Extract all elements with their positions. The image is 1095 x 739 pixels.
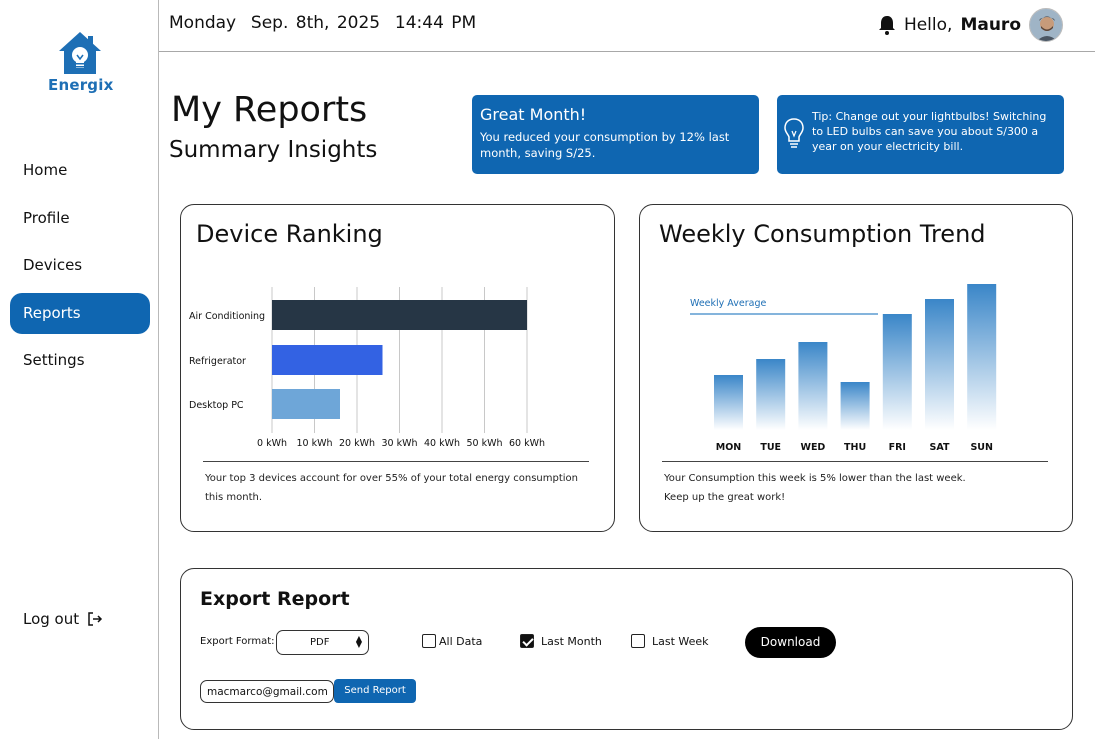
checkbox-last-week-label: Last Week — [652, 634, 709, 648]
bell-icon[interactable] — [878, 15, 896, 35]
x-tick-label: 10 kWh — [296, 438, 332, 449]
sidebar: Energix Home Profile Devices Reports Set… — [0, 0, 159, 739]
device-ranking-chart: 0 kWh 10 kWh 20 kWh 30 kWh 40 kWh 50 kWh 60 kW… — [189, 287, 545, 449]
weekly-trend-divider — [662, 461, 1048, 462]
great-month-banner: Great Month! You reduced your consumptio… — [472, 95, 759, 174]
category-label: Refrigerator — [189, 356, 246, 367]
x-tick-label: 20 kWh — [339, 438, 375, 449]
greeting-prefix: Hello, — [903, 15, 953, 35]
avatar[interactable] — [1029, 8, 1063, 42]
bar — [840, 382, 870, 430]
checkbox-last-month-box[interactable] — [520, 634, 534, 648]
checkbox-all-data-box[interactable] — [422, 634, 436, 648]
send-report-button[interactable]: Send Report — [334, 679, 416, 703]
sidebar-item-settings[interactable]: Settings — [10, 340, 150, 381]
logo[interactable]: Energix — [48, 30, 114, 94]
export-format-label: Export Format: — [200, 636, 275, 647]
great-month-text: You reduced your consumption by 12% last… — [480, 130, 730, 160]
x-tick-label: 0 kWh — [257, 438, 287, 449]
category-label: Desktop PC — [189, 400, 244, 411]
export-format-value: PDF — [310, 637, 330, 648]
export-format-select[interactable]: PDF ▲ ▼ — [276, 630, 369, 655]
page-title: My Reports — [171, 90, 368, 130]
weekly-trend-card: Weekly Consumption Trend MON TUE WED THU FRI… — [639, 204, 1073, 532]
house-bulb-icon — [59, 32, 101, 74]
user-greeting: Hello, Mauro — [878, 8, 1063, 42]
current-datetime: Monday Sep. 8th, 2025 14:44 PM — [169, 13, 477, 33]
bar — [925, 299, 954, 430]
x-tick-label: TUE — [760, 442, 781, 453]
logout-icon — [88, 612, 103, 626]
x-tick-label: SUN — [970, 442, 993, 453]
x-tick-label: FRI — [889, 442, 906, 453]
logout-label: Log out — [23, 610, 80, 628]
weekly-average-label: Weekly Average — [690, 298, 766, 309]
device-ranking-note: Your top 3 devices account for over 55% … — [205, 473, 578, 503]
checkbox-all-data-label: All Data — [439, 634, 483, 648]
checkbox-last-month[interactable]: Last Month — [520, 634, 602, 648]
category-label: Air Conditioning — [189, 311, 265, 322]
device-ranking-card: Device Ranking 0 kWh 10 kWh 20 kWh 30 kWh 40… — [180, 204, 615, 532]
select-arrows-icon: ▲ ▼ — [355, 634, 362, 649]
tip-text: Tip: Change out your lightbulbs! Switchi… — [812, 110, 1047, 153]
great-month-title: Great Month! — [480, 105, 587, 124]
sidebar-item-profile[interactable]: Profile — [10, 198, 150, 239]
bar — [882, 314, 912, 430]
sidebar-nav: Home Profile Devices Reports Settings — [10, 150, 150, 388]
export-title: Export Report — [200, 588, 350, 610]
export-report-card: Export Report Export Format: PDF ▲ ▼ All … — [180, 568, 1073, 730]
top-bar: Monday Sep. 8th, 2025 14:44 PM Hello, Ma… — [159, 0, 1095, 52]
bar — [272, 345, 383, 375]
weekly-trend-chart: MON TUE WED THU FRI SAT SUN Weekly Average — [690, 284, 997, 453]
sidebar-item-devices[interactable]: Devices — [10, 245, 150, 286]
logout-button[interactable]: Log out — [23, 610, 103, 628]
checkbox-last-week-box[interactable] — [631, 634, 645, 648]
checkbox-last-month-label: Last Month — [541, 634, 602, 648]
tip-banner: Tip: Change out your lightbulbs! Switchi… — [777, 95, 1064, 174]
checkbox-all-data[interactable]: All Data — [422, 634, 482, 648]
bar — [798, 342, 828, 430]
weekly-trend-note-line2: Keep up the great work! — [664, 492, 786, 503]
email-field[interactable] — [200, 680, 334, 703]
weekly-trend-note-line1: Your Consumption this week is 5% lower t… — [664, 473, 966, 484]
x-tick-label: 30 kWh — [381, 438, 417, 449]
checkbox-last-week[interactable]: Last Week — [631, 634, 709, 648]
bar — [967, 284, 997, 430]
x-tick-label: 40 kWh — [424, 438, 460, 449]
avatar-icon — [1030, 9, 1062, 41]
x-tick-label: 50 kWh — [466, 438, 502, 449]
x-tick-label: WED — [800, 442, 825, 453]
user-name: Mauro — [960, 15, 1021, 35]
x-tick-label: SAT — [930, 442, 950, 453]
bar — [272, 389, 340, 419]
x-tick-label: MON — [716, 442, 742, 453]
device-ranking-divider — [203, 461, 589, 462]
lightbulb-icon — [784, 118, 804, 148]
bar — [714, 375, 743, 430]
bar — [272, 300, 527, 330]
x-tick-label: 60 kWh — [509, 438, 545, 449]
sidebar-item-reports[interactable]: Reports — [10, 292, 150, 334]
app-name: Energix — [48, 76, 114, 94]
bar — [756, 359, 786, 430]
download-button[interactable]: Download — [745, 627, 836, 658]
weekly-trend-note: Your Consumption this week is 5% lower t… — [664, 469, 1054, 507]
x-tick-label: THU — [844, 442, 866, 453]
sidebar-item-home[interactable]: Home — [10, 150, 150, 191]
page-subtitle: Summary Insights — [169, 137, 378, 163]
